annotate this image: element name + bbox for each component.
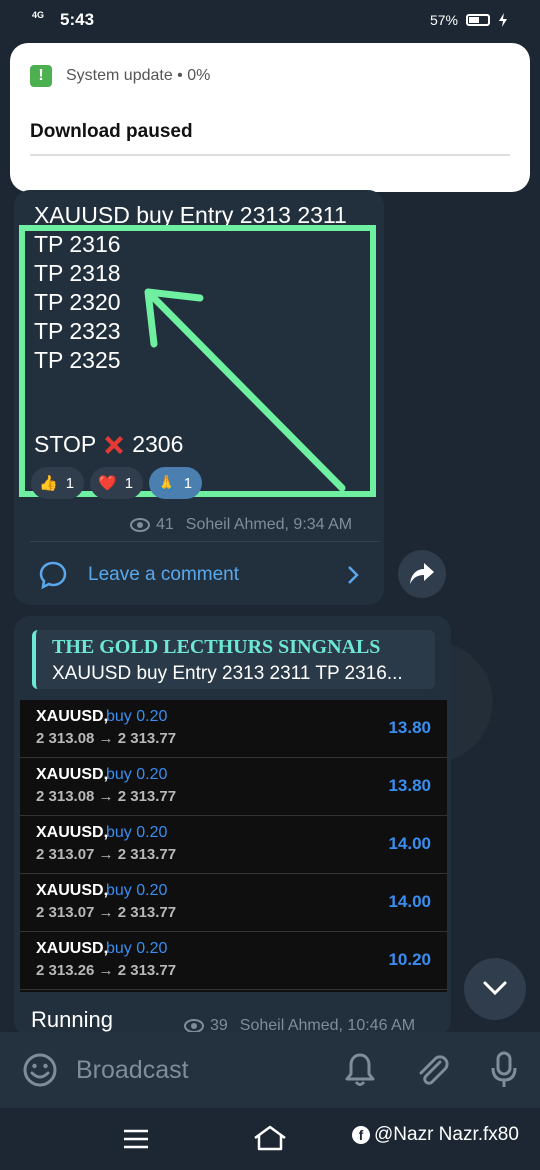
trade-profit: 13.80: [388, 776, 431, 795]
battery-icon: [466, 14, 490, 26]
author-time: Soheil Ahmed, 9:34 AM: [185, 516, 353, 533]
trade-symbol: XAUUSD,: [36, 766, 109, 783]
trade-side: buy 0.20: [106, 940, 168, 957]
menu-icon[interactable]: [122, 1128, 150, 1150]
reaction-pray[interactable]: 🙏 1: [149, 467, 203, 499]
trade-prices: 2 313.08 → 2 313.77: [36, 730, 177, 747]
message-input-bar: Broadcast: [0, 1032, 540, 1108]
reaction-heart[interactable]: ❤️ 1: [90, 467, 144, 499]
reply-text: XAUUSD buy Entry 2313 2311 TP 2316...: [52, 663, 403, 684]
trade-side: buy 0.20: [106, 766, 168, 783]
trade-profit: 14.00: [388, 892, 431, 911]
leave-comment-button[interactable]: Leave a comment: [38, 558, 368, 592]
emoji-icon[interactable]: [22, 1052, 58, 1088]
reactions-row: 👍 1 ❤️ 1 🙏 1: [31, 467, 203, 499]
trade-row: XAUUSD, buy 0.20 2 313.08 → 2 313.77 13.…: [20, 700, 447, 758]
eye-icon: [184, 1019, 204, 1033]
trade-list: XAUUSD, buy 0.20 2 313.08 → 2 313.77 13.…: [20, 700, 447, 992]
facebook-icon: f: [352, 1126, 370, 1144]
trade-prices: 2 313.07 → 2 313.77: [36, 904, 177, 921]
microphone-icon[interactable]: [488, 1050, 520, 1090]
update-icon: !: [30, 65, 52, 87]
reaction-count: 1: [65, 474, 75, 492]
trade-row: XAUUSD, buy 0.20 2 313.26 → 2 313.77 10.…: [20, 932, 447, 990]
trade-side: buy 0.20: [106, 708, 168, 725]
reaction-count: 1: [183, 474, 193, 492]
message-caption: Running: [31, 1007, 113, 1032]
clock: 5:43: [60, 10, 95, 29]
trade-prices: 2 313.26 → 2 313.77: [36, 962, 177, 979]
chevron-right-icon: [348, 566, 359, 584]
comment-icon: [39, 561, 67, 590]
system-nav-bar: f @Nazr Nazr.fx80: [0, 1108, 540, 1170]
notification-app-line: System update • 0%: [66, 67, 211, 84]
home-icon[interactable]: [252, 1124, 288, 1152]
bell-icon[interactable]: [344, 1052, 376, 1088]
trade-row: XAUUSD, buy 0.20 2 313.07 → 2 313.77 14.…: [20, 816, 447, 874]
eye-icon: [130, 518, 150, 532]
trade-row: XAUUSD, buy 0.20 2 313.08 → 2 313.77 13.…: [20, 758, 447, 816]
message-meta: 41 Soheil Ahmed, 9:34 AM: [130, 516, 352, 534]
chevron-down-icon: [483, 981, 507, 996]
notification-title: Download paused: [30, 121, 193, 142]
annotation-arrow-icon: [144, 288, 346, 492]
heart-icon: ❤️: [98, 475, 117, 492]
view-count: 41: [156, 516, 174, 533]
charging-icon: [499, 13, 507, 27]
divider: [30, 541, 380, 542]
scroll-down-button[interactable]: [464, 958, 526, 1020]
status-bar: 4G 5:43 57%: [0, 0, 540, 42]
trade-profit: 10.20: [388, 950, 431, 969]
trade-side: buy 0.20: [106, 824, 168, 841]
paperclip-icon[interactable]: [414, 1052, 450, 1088]
trade-symbol: XAUUSD,: [36, 708, 109, 725]
reaction-thumbs-up[interactable]: 👍 1: [31, 467, 85, 499]
watermark-text: @Nazr Nazr.fx80: [374, 1124, 519, 1145]
broadcast-input[interactable]: Broadcast: [76, 1056, 189, 1085]
trade-prices: 2 313.07 → 2 313.77: [36, 846, 177, 863]
network-type: 4G: [32, 10, 45, 20]
trade-symbol: XAUUSD,: [36, 882, 109, 899]
reaction-count: 1: [124, 474, 134, 492]
trade-prices: 2 313.08 → 2 313.77: [36, 788, 177, 805]
system-update-notification[interactable]: ! System update • 0% Download paused: [10, 43, 530, 192]
trade-side: buy 0.20: [106, 882, 168, 899]
trade-symbol: XAUUSD,: [36, 940, 109, 957]
reply-preview[interactable]: THE GOLD LECTHURS SINGNALS XAUUSD buy En…: [32, 630, 435, 689]
trade-profit: 14.00: [388, 834, 431, 853]
watermark: f @Nazr Nazr.fx80: [352, 1124, 519, 1146]
trade-row: XAUUSD, buy 0.20 2 313.07 → 2 313.77 14.…: [20, 874, 447, 932]
trade-symbol: XAUUSD,: [36, 824, 109, 841]
trade-profit: 13.80: [388, 718, 431, 737]
battery-percent: 57%: [429, 12, 458, 28]
comment-label: Leave a comment: [88, 564, 240, 585]
thumbs-up-icon: 👍: [39, 475, 58, 492]
share-button[interactable]: [398, 550, 446, 598]
pray-icon: 🙏: [157, 475, 176, 492]
reply-channel-name: THE GOLD LECTHURS SINGNALS: [52, 636, 381, 658]
notification-divider: [30, 154, 510, 156]
share-arrow-icon: [410, 563, 434, 584]
